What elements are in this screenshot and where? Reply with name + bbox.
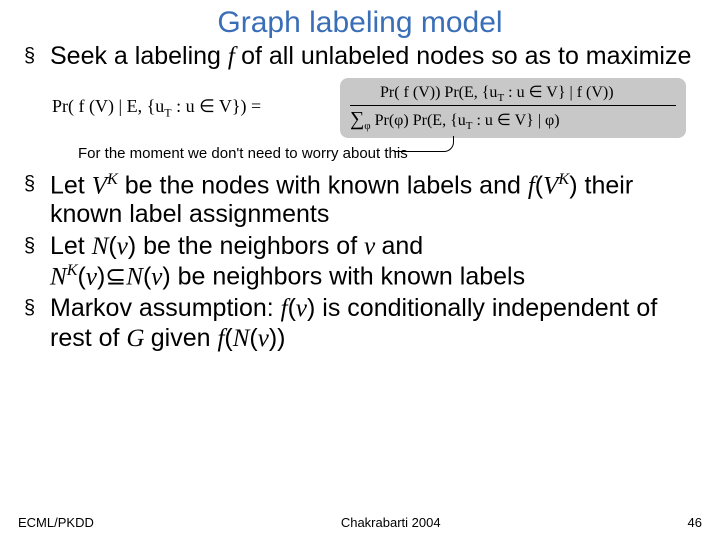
bullet-2-text: Let VK be the nodes with known labels an… [50,170,696,230]
footer-right: 46 [688,515,702,530]
bullet-2: § Let VK be the nodes with known labels … [24,170,696,230]
bullet-3-text: Let N(v) be the neighbors of v and NK(v)… [50,232,525,292]
content-area: § Seek a labeling f of all unlabeled nod… [0,42,720,353]
formula: Pr( f (V) | E, {uT : u ∈ V}) = Pr( f (V)… [24,76,696,142]
bullet-3: § Let N(v) be the neighbors of v and NK(… [24,232,696,292]
formula-lhs: Pr( f (V) | E, {uT : u ∈ V}) = [52,96,261,121]
fraction: Pr( f (V)) Pr(E, {uT : u ∈ V} | f (V)) ∑… [350,78,676,138]
footer-center: Chakrabarti 2004 [341,515,441,530]
bullet-1-text: Seek a labeling f of all unlabeled nodes… [50,42,691,72]
bullet-mark: § [24,232,50,292]
bullet-4: § Markov assumption: f(v) is conditional… [24,294,696,353]
bullet-1: § Seek a labeling f of all unlabeled nod… [24,42,696,72]
note-row: For the moment we don't need to worry ab… [24,142,696,168]
denominator: ∑φ Pr(φ) Pr(E, {uT : u ∈ V} | φ) [350,108,560,132]
footer-left: ECML/PKDD [18,515,94,530]
bullet-4-text: Markov assumption: f(v) is conditionally… [50,294,696,353]
slide-title: Graph labeling model [0,0,720,40]
numerator: Pr( f (V)) Pr(E, {uT : u ∈ V} | f (V)) [380,82,614,104]
bullet-mark: § [24,42,50,72]
note-text: For the moment we don't need to worry ab… [78,145,408,162]
fraction-bar [350,105,676,106]
formula-rhs-box: Pr( f (V)) Pr(E, {uT : u ∈ V} | f (V)) ∑… [340,78,686,138]
bullet-mark: § [24,294,50,353]
bullet-mark: § [24,170,50,230]
footer: ECML/PKDD Chakrabarti 2004 46 [0,515,720,530]
